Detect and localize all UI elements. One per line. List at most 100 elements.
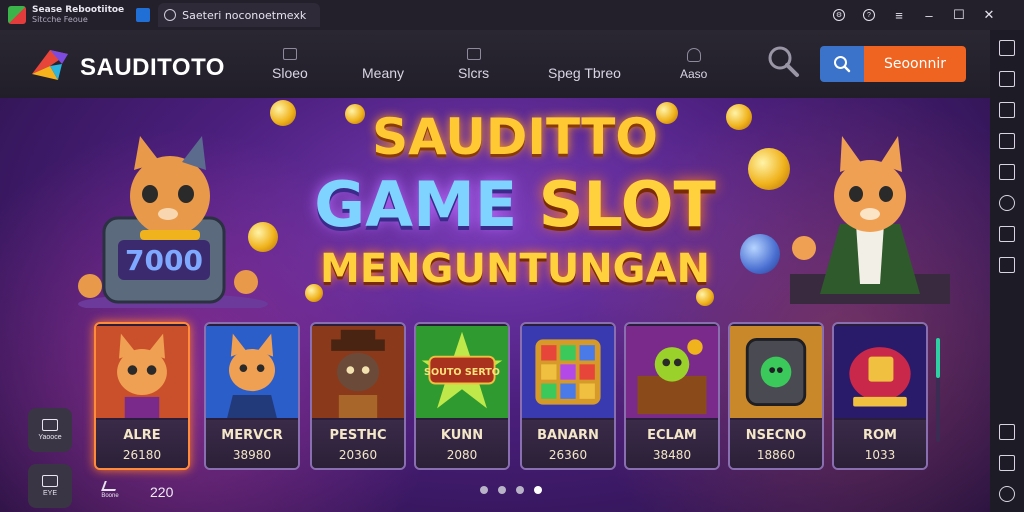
browser-icon xyxy=(164,9,177,21)
settings-icon[interactable] xyxy=(999,486,1015,502)
game-card-kunn[interactable]: SOUTO SERTO KUNN 2080 xyxy=(414,322,510,470)
pagination-dot[interactable] xyxy=(516,486,524,494)
macro-icon[interactable] xyxy=(999,102,1015,118)
game-art-label: SOUTO SERTO xyxy=(424,367,500,378)
hero-title-line3: MENGUNTUNGAN xyxy=(320,246,710,292)
game-card-value: 18860 xyxy=(756,448,796,462)
brand-name[interactable]: SAUDITOTO xyxy=(80,54,225,82)
app-logo-icon xyxy=(8,6,26,24)
minimize-button[interactable]: – xyxy=(914,0,944,30)
help-button[interactable]: ? xyxy=(854,0,884,30)
bonus-label: Boone xyxy=(101,493,119,499)
search-icon[interactable] xyxy=(766,44,800,78)
game-card-banarn[interactable]: BANARN 26360 xyxy=(520,322,616,470)
nav-item-aaso[interactable]: Aaso xyxy=(680,48,707,81)
game-card-mervcr[interactable]: MERVCR 38980 xyxy=(204,322,300,470)
game-art xyxy=(834,326,926,418)
search-cta-button[interactable]: Seoonnir xyxy=(864,46,966,82)
bonus-button[interactable]: Boone xyxy=(100,481,120,505)
maximize-icon: ☐ xyxy=(953,7,965,22)
hero-title-slot: SLOT xyxy=(538,168,716,241)
gamepad-button-label: EYE xyxy=(42,490,57,497)
app-window: Sease Rebootiitoe Sitcche Feoue Saeteri … xyxy=(0,0,1024,512)
game-art xyxy=(206,326,298,418)
search-icon xyxy=(834,56,851,73)
site-header: SAUDITOTO Sloeo Meany Slcrs Speg Tbreo A… xyxy=(0,30,990,98)
bonus-icon xyxy=(101,481,119,491)
settings-icon: ⚙ xyxy=(833,9,845,21)
game-card-eclam[interactable]: ECLAM 38480 xyxy=(624,322,720,470)
tab-label: Saeteri noconoetmexk xyxy=(182,8,307,22)
nav-item-label: Aaso xyxy=(680,67,708,81)
game-art xyxy=(730,326,822,418)
hero-banner: 7000 SAUDITTO GAME SLOT MENGUNTUNGAN ALR… xyxy=(0,98,990,512)
game-card-name: KUNN xyxy=(440,428,484,443)
keyboard-icon[interactable] xyxy=(999,40,1015,56)
title-bar: Sease Rebootiitoe Sitcche Feoue Saeteri … xyxy=(0,0,1024,30)
sync-icon[interactable] xyxy=(999,455,1015,471)
app-title: Sease Rebootiitoe Sitcche Feoue xyxy=(32,5,124,25)
multi-instance-icon[interactable] xyxy=(999,257,1015,273)
hero-title-game: GAME xyxy=(314,168,518,241)
game-art xyxy=(522,326,614,418)
gamepad-icon[interactable] xyxy=(999,71,1015,87)
game-card-name: ALRE xyxy=(123,428,161,443)
window-controls: ⚙ ? ≡ – ☐ ✕ xyxy=(824,0,1024,30)
game-card-value: 38480 xyxy=(652,448,692,462)
game-card-name: ROM xyxy=(863,428,897,443)
record-icon[interactable] xyxy=(999,164,1015,180)
cards-scrollbar-thumb[interactable] xyxy=(936,338,940,378)
gamepad-button[interactable]: EYE xyxy=(28,464,72,508)
location-icon[interactable] xyxy=(999,195,1015,211)
search-button[interactable] xyxy=(820,46,864,82)
settings-button[interactable]: ⚙ xyxy=(824,0,854,30)
nav-item-sloeo[interactable]: Sloeo xyxy=(272,48,308,81)
menu-button[interactable]: ≡ xyxy=(884,0,914,30)
pagination-dot[interactable] xyxy=(480,486,488,494)
app-title-line1: Sease Rebootiitoe xyxy=(32,5,125,15)
eco-mode-icon[interactable] xyxy=(999,424,1015,440)
nav-item-slcrs[interactable]: Slcrs xyxy=(458,48,489,81)
game-card-value: 20360 xyxy=(338,448,378,462)
carousel-pagination xyxy=(480,486,552,494)
brand-logo-icon[interactable] xyxy=(28,44,72,84)
game-card-name: NSECNO xyxy=(745,428,807,443)
pagination-dot-active[interactable] xyxy=(534,486,542,494)
game-card-alre[interactable]: ALRE 26180 xyxy=(94,322,190,470)
game-card-name: MERVCR xyxy=(221,428,283,443)
game-card-value: 2080 xyxy=(446,448,478,462)
chat-button[interactable]: Yaooce xyxy=(28,408,72,452)
tab-main[interactable]: Saeteri noconoetmexk xyxy=(158,3,321,27)
game-card-value: 38980 xyxy=(232,448,272,462)
maximize-button[interactable]: ☐ xyxy=(944,0,974,30)
store-icon[interactable] xyxy=(136,8,151,22)
nav-item-speg-tbreo[interactable]: Speg Tbreo xyxy=(548,48,621,81)
game-card-name: BANARN xyxy=(537,428,599,443)
game-card-rom[interactable]: ROM 1033 xyxy=(832,322,928,470)
minimize-icon: – xyxy=(925,7,933,23)
game-card-value: 26360 xyxy=(548,448,588,462)
game-art xyxy=(626,326,718,418)
hero-title-line1: SAUDITTO xyxy=(372,108,658,166)
game-art xyxy=(96,326,188,418)
nav-item-label: Meany xyxy=(362,65,405,81)
game-card-value: 1033 xyxy=(864,448,896,462)
nav-item-meany[interactable]: Meany xyxy=(362,48,404,81)
menu-icon: ≡ xyxy=(895,7,903,23)
game-card-pesthc[interactable]: PESTHC 20360 xyxy=(310,322,406,470)
app-title-line2: Sitcche Feoue xyxy=(32,15,88,24)
pagination-dot[interactable] xyxy=(498,486,506,494)
chat-icon xyxy=(42,419,58,431)
list-icon xyxy=(466,48,481,60)
game-card-nsecno[interactable]: NSECNO 18860 xyxy=(728,322,824,470)
game-card-value: 26180 xyxy=(122,448,162,462)
nav-item-label: Speg Tbreo xyxy=(548,65,621,81)
nav-item-label: Sloeo xyxy=(272,65,308,81)
screenshot-icon[interactable] xyxy=(999,133,1015,149)
game-art: SOUTO SERTO xyxy=(416,326,508,418)
folder-icon[interactable] xyxy=(999,226,1015,242)
slot-icon xyxy=(282,48,297,60)
help-icon: ? xyxy=(863,9,875,21)
close-button[interactable]: ✕ xyxy=(974,0,1004,30)
game-card-name: ECLAM xyxy=(647,428,697,443)
